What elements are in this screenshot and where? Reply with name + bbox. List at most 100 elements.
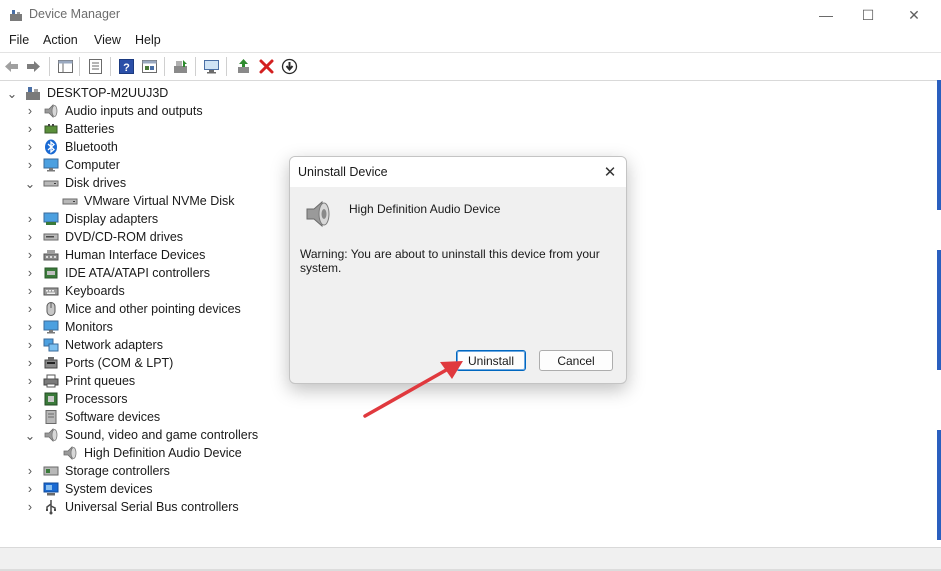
expand-chevron-icon[interactable]: › bbox=[24, 464, 36, 478]
tree-item-label: Sound, video and game controllers bbox=[65, 428, 259, 442]
tree-item-label: VMware Virtual NVMe Disk bbox=[84, 194, 235, 208]
collapse-chevron-icon[interactable]: ⌄ bbox=[24, 177, 36, 191]
menu-file[interactable]: File bbox=[9, 33, 29, 47]
expand-chevron-icon[interactable]: › bbox=[24, 302, 36, 316]
tree-category-item[interactable]: › Audio inputs and outputs bbox=[24, 102, 203, 120]
tree-device-item[interactable]: High Definition Audio Device bbox=[62, 444, 242, 462]
download-driver-icon[interactable] bbox=[281, 58, 298, 75]
tree-category-item[interactable]: › Batteries bbox=[24, 120, 114, 138]
tree-category-item[interactable]: ⌄ Sound, video and game controllers bbox=[24, 426, 258, 444]
collapse-chevron-icon[interactable]: ⌄ bbox=[6, 87, 18, 101]
scan-hardware-icon[interactable] bbox=[203, 58, 220, 75]
expand-chevron-icon[interactable]: › bbox=[24, 266, 36, 280]
dialog-warning-text: Warning: You are about to uninstall this… bbox=[300, 247, 600, 275]
expand-chevron-icon[interactable]: › bbox=[24, 248, 36, 262]
tree-category-item[interactable]: › Software devices bbox=[24, 408, 160, 426]
expand-chevron-icon[interactable]: › bbox=[24, 284, 36, 298]
speaker-icon bbox=[63, 446, 77, 460]
expand-chevron-icon[interactable]: › bbox=[24, 212, 36, 226]
toolbar-separator bbox=[195, 57, 196, 76]
close-icon: ✕ bbox=[908, 6, 920, 23]
tree-category-item[interactable]: › Display adapters bbox=[24, 210, 158, 228]
menu-help[interactable]: Help bbox=[135, 33, 161, 47]
uninstall-button[interactable]: Uninstall bbox=[456, 350, 526, 371]
close-icon: ✕ bbox=[603, 164, 617, 181]
desktop-edge bbox=[937, 430, 941, 540]
tree-category-item[interactable]: › System devices bbox=[24, 480, 153, 498]
cancel-button[interactable]: Cancel bbox=[539, 350, 613, 371]
tree-category-item[interactable]: › Monitors bbox=[24, 318, 113, 336]
tree-item-label: Audio inputs and outputs bbox=[65, 104, 203, 118]
tree-item-label: DVD/CD-ROM drives bbox=[65, 230, 184, 244]
tree-category-item[interactable]: › Universal Serial Bus controllers bbox=[24, 498, 239, 516]
tree-category-item[interactable]: ⌄ Disk drives bbox=[24, 174, 126, 192]
expand-chevron-icon[interactable]: › bbox=[24, 158, 36, 172]
uninstall-device-icon[interactable] bbox=[258, 58, 275, 75]
tree-item-label: Universal Serial Bus controllers bbox=[65, 500, 239, 514]
speaker-icon bbox=[44, 428, 58, 442]
tree-category-item[interactable]: › Print queues bbox=[24, 372, 135, 390]
expand-chevron-icon[interactable]: › bbox=[24, 338, 36, 352]
processor-icon bbox=[44, 392, 58, 406]
console-view-icon[interactable] bbox=[141, 58, 158, 75]
expand-chevron-icon[interactable]: › bbox=[24, 122, 36, 136]
bluetooth-icon bbox=[45, 139, 57, 155]
desktop-edge bbox=[937, 80, 941, 210]
dialog-close-button[interactable]: ✕ bbox=[594, 157, 626, 187]
mouse-icon bbox=[46, 302, 56, 316]
tree-category-item[interactable]: › Ports (COM & LPT) bbox=[24, 354, 173, 372]
svg-text:?: ? bbox=[123, 62, 130, 74]
expand-chevron-icon[interactable]: › bbox=[24, 392, 36, 406]
tree-category-item[interactable]: › DVD/CD-ROM drives bbox=[24, 228, 183, 246]
tree-item-label: Display adapters bbox=[65, 212, 159, 226]
tree-category-item[interactable]: › Mice and other pointing devices bbox=[24, 300, 241, 318]
menu-action[interactable]: Action bbox=[43, 33, 78, 47]
disk-drive-icon bbox=[62, 198, 78, 205]
tree-category-item[interactable]: › Computer bbox=[24, 156, 120, 174]
minimize-button[interactable]: — bbox=[803, 0, 849, 30]
expand-chevron-icon[interactable]: › bbox=[24, 104, 36, 118]
tree-item-label: IDE ATA/ATAPI controllers bbox=[65, 266, 210, 280]
expand-chevron-icon[interactable]: › bbox=[24, 140, 36, 154]
toolbar-separator bbox=[79, 57, 80, 76]
tree-category-item[interactable]: › IDE ATA/ATAPI controllers bbox=[24, 264, 210, 282]
update-driver-icon[interactable] bbox=[172, 58, 189, 75]
back-icon[interactable] bbox=[3, 58, 20, 75]
expand-chevron-icon[interactable]: › bbox=[24, 356, 36, 370]
window-title: Device Manager bbox=[29, 7, 121, 21]
close-button[interactable]: ✕ bbox=[891, 0, 937, 30]
title-bar: Device Manager — ☐ ✕ bbox=[0, 0, 941, 30]
properties-pane-icon[interactable] bbox=[57, 58, 74, 75]
computer-root-icon bbox=[26, 87, 40, 100]
menu-view[interactable]: View bbox=[94, 33, 121, 47]
help-icon[interactable]: ? bbox=[118, 58, 135, 75]
tree-category-item[interactable]: › Keyboards bbox=[24, 282, 125, 300]
tree-root[interactable]: ⌄ DESKTOP-M2UUJ3D bbox=[6, 84, 169, 102]
expand-chevron-icon[interactable]: › bbox=[24, 320, 36, 334]
enable-device-icon[interactable] bbox=[235, 58, 252, 75]
expand-chevron-icon[interactable]: › bbox=[24, 500, 36, 514]
dialog-device-name: High Definition Audio Device bbox=[349, 202, 501, 216]
tree-category-item[interactable]: › Processors bbox=[24, 390, 128, 408]
expand-chevron-icon[interactable]: › bbox=[24, 230, 36, 244]
tree-item-label: Processors bbox=[65, 392, 128, 406]
tree-item-label: Bluetooth bbox=[65, 140, 118, 154]
collapse-chevron-icon[interactable]: ⌄ bbox=[24, 429, 36, 443]
tree-category-item[interactable]: › Bluetooth bbox=[24, 138, 118, 156]
tree-item-label: Software devices bbox=[65, 410, 161, 424]
maximize-button[interactable]: ☐ bbox=[845, 0, 891, 30]
expand-chevron-icon[interactable]: › bbox=[24, 410, 36, 424]
toolbar-separator bbox=[110, 57, 111, 76]
tree-category-item[interactable]: › Storage controllers bbox=[24, 462, 170, 480]
dialog-title-bar: Uninstall Device ✕ bbox=[290, 157, 626, 187]
expand-chevron-icon[interactable]: › bbox=[24, 482, 36, 496]
tree-item-label: Ports (COM & LPT) bbox=[65, 356, 174, 370]
tree-category-item[interactable]: › Human Interface Devices bbox=[24, 246, 205, 264]
tree-device-item[interactable]: VMware Virtual NVMe Disk bbox=[62, 192, 235, 210]
tree-category-item[interactable]: › Network adapters bbox=[24, 336, 163, 354]
tree-item-label: Monitors bbox=[65, 320, 113, 334]
forward-icon[interactable] bbox=[25, 58, 42, 75]
expand-chevron-icon[interactable]: › bbox=[24, 374, 36, 388]
tree-item-label: Storage controllers bbox=[65, 464, 170, 478]
properties-icon[interactable] bbox=[87, 58, 104, 75]
